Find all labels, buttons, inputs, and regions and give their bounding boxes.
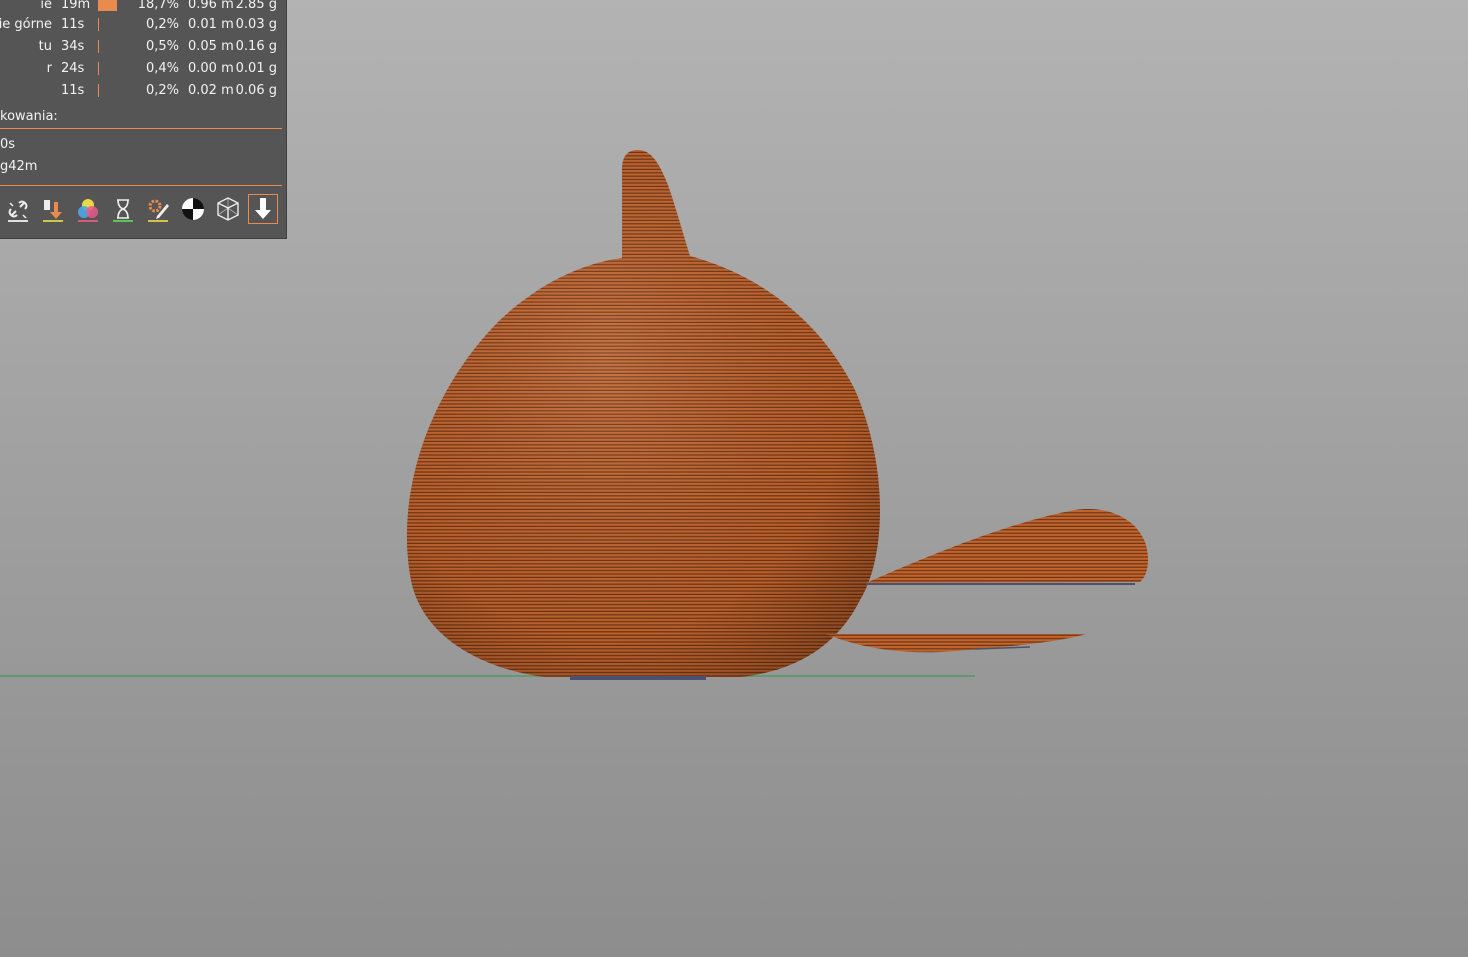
fish-body-shading xyxy=(406,150,880,677)
legend-separator-bottom xyxy=(0,185,282,186)
feature-percent-bar xyxy=(98,62,100,75)
button-underline xyxy=(148,220,168,222)
gear-pencil-button[interactable] xyxy=(143,194,173,224)
legend-panel: ie 19m 18,7% 0.96 m 2.85 g ie górne 11s 0,2% 0.0… xyxy=(0,0,287,239)
feature-length: 0.00 m xyxy=(188,61,234,76)
button-underline xyxy=(78,220,98,222)
estimated-time-line-2: g42m xyxy=(0,159,38,174)
cube-wireframe-icon xyxy=(217,197,239,221)
feature-weight: 0.06 g xyxy=(235,83,277,98)
feature-length: 0.02 m xyxy=(188,83,234,98)
button-underline xyxy=(8,220,28,222)
hourglass-button[interactable] xyxy=(108,194,138,224)
feature-percent: 0,2% xyxy=(145,17,179,32)
fish-fin-lower xyxy=(826,634,1086,653)
unlink-button[interactable] xyxy=(3,194,33,224)
legend-toolbar xyxy=(0,192,286,228)
feature-percent: 0,2% xyxy=(145,83,179,98)
legend-row: ie górne 11s 0,2% 0.01 m 0.03 g xyxy=(0,14,286,36)
feature-weight: 0.03 g xyxy=(235,17,277,32)
download-arrow-button[interactable] xyxy=(248,194,278,224)
model-base-contact xyxy=(570,676,706,680)
color-circles-button[interactable] xyxy=(73,194,103,224)
feature-name: tu xyxy=(38,39,52,54)
feature-weight: 0.16 g xyxy=(235,39,277,54)
estimated-time-line-1: 0s xyxy=(0,137,16,152)
button-underline xyxy=(113,220,133,222)
feature-length: 0.05 m xyxy=(188,39,234,54)
fish-model[interactable] xyxy=(406,150,1148,680)
seam-marker-icon xyxy=(182,198,204,220)
feature-percent-bar xyxy=(98,40,100,53)
cube-wireframe-button[interactable] xyxy=(213,194,243,224)
download-arrow-icon xyxy=(255,198,271,219)
seam-marker-button[interactable] xyxy=(178,194,208,224)
legend-row: tu 34s 0,5% 0.05 m 0.16 g xyxy=(0,36,286,58)
feature-weight: 0.01 g xyxy=(235,61,277,76)
feature-time: 11s xyxy=(61,17,85,32)
button-underline xyxy=(43,220,63,222)
legend-row: 11s 0,2% 0.02 m 0.06 g xyxy=(0,80,286,102)
retract-arrow-button[interactable] xyxy=(38,194,68,224)
legend-row: r 24s 0,4% 0.00 m 0.01 g xyxy=(0,58,286,80)
feature-percent: 0,4% xyxy=(145,61,179,76)
feature-name: r xyxy=(46,61,52,76)
feature-percent: 0,5% xyxy=(145,39,179,54)
feature-name: ie górne xyxy=(0,17,52,32)
feature-time: 24s xyxy=(61,61,85,76)
legend-separator-top xyxy=(0,128,282,129)
estimated-time-label: kowania: xyxy=(0,109,58,124)
feature-percent-bar xyxy=(98,84,100,97)
feature-length: 0.01 m xyxy=(188,17,234,32)
feature-percent-bar xyxy=(98,18,100,31)
feature-time: 11s xyxy=(61,83,85,98)
fish-tail-upper xyxy=(866,509,1148,583)
feature-percent-bar xyxy=(98,0,117,11)
feature-time: 34s xyxy=(61,39,85,54)
